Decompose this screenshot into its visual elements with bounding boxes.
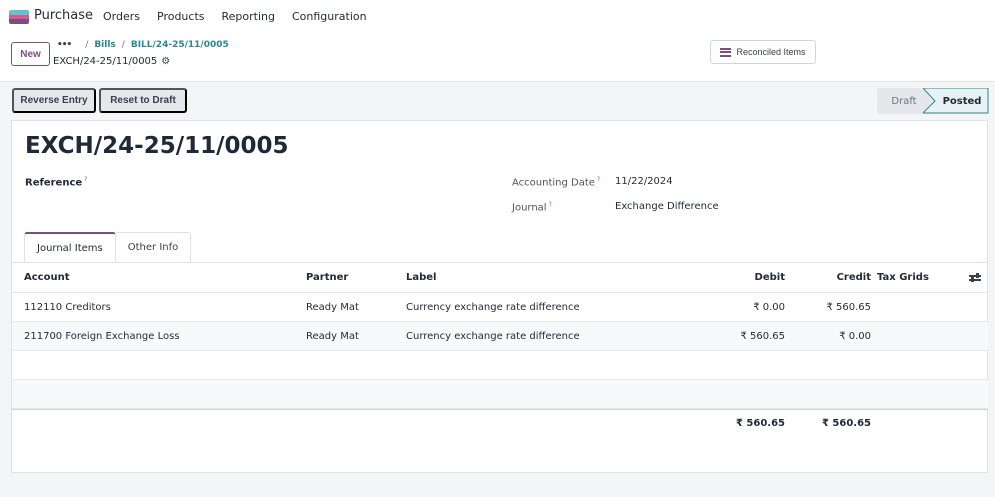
notebook-tabs: Journal Items Other Info (24, 232, 192, 262)
tab-other-info[interactable]: Other Info (115, 232, 192, 262)
cell-account: 211700 Foreign Exchange Loss (24, 330, 180, 342)
empty-row (12, 380, 988, 409)
total-credit: ₹ 560.65 (821, 418, 871, 429)
header-credit[interactable]: Credit (837, 263, 871, 292)
record-name: EXCH/24-25/11/0005 ⚙ (53, 56, 170, 67)
reference-label: Reference? (25, 176, 88, 189)
header-account[interactable]: Account (24, 263, 69, 292)
top-navbar: Purchase Orders Products Reporting Confi… (0, 0, 995, 34)
cell-account: 112110 Creditors (24, 301, 111, 313)
new-button[interactable]: New (11, 42, 50, 66)
cell-partner: Ready Mat (306, 301, 359, 313)
header-tax-grids[interactable]: Tax Grids (877, 263, 929, 292)
menu-orders[interactable]: Orders (103, 10, 140, 23)
gear-icon[interactable]: ⚙ (161, 56, 170, 67)
menu-reporting[interactable]: Reporting (222, 10, 275, 23)
tab-journal-items[interactable]: Journal Items (24, 232, 116, 262)
breadcrumb-separator: / (85, 40, 89, 50)
totals-row: ₹ 560.65 ₹ 560.65 (12, 409, 988, 437)
cell-debit: ₹ 0.00 (753, 301, 785, 313)
empty-row (12, 351, 988, 380)
cell-credit: ₹ 560.65 (826, 301, 871, 313)
cell-partner: Ready Mat (306, 330, 359, 342)
help-icon[interactable]: ? (84, 176, 87, 183)
total-debit: ₹ 560.65 (735, 418, 785, 429)
breadcrumb-more-icon[interactable]: ••• (57, 40, 72, 50)
header-partner[interactable]: Partner (306, 263, 348, 292)
table-row[interactable]: 112110 Creditors Ready Mat Currency exch… (12, 293, 988, 322)
control-panel: New ••• / Bills / BILL/24-25/11/0005 EXC… (0, 34, 995, 82)
help-icon[interactable]: ? (549, 201, 552, 208)
form-sheet: EXCH/24-25/11/0005 Reference? Accounting… (11, 120, 988, 473)
purchase-app-icon[interactable] (9, 10, 29, 24)
cell-label: Currency exchange rate difference (406, 301, 580, 313)
header-label[interactable]: Label (406, 263, 437, 292)
menu-products[interactable]: Products (157, 10, 205, 23)
header-debit[interactable]: Debit (755, 263, 785, 292)
journal-items-table: Account Partner Label Debit Credit Tax G… (12, 263, 988, 437)
status-posted[interactable]: Posted (935, 88, 989, 114)
list-icon (720, 47, 732, 57)
cell-label: Currency exchange rate difference (406, 330, 580, 342)
breadcrumb-separator: / (121, 40, 125, 50)
journal-label: Journal? (512, 201, 552, 214)
breadcrumb-bill[interactable]: BILL/24-25/11/0005 (131, 40, 229, 50)
status-bar: Draft Posted (877, 88, 989, 114)
reconciled-items-button[interactable]: Reconciled Items (710, 40, 816, 64)
menu-configuration[interactable]: Configuration (292, 10, 367, 23)
table-row[interactable]: 211700 Foreign Exchange Loss Ready Mat C… (12, 322, 988, 351)
journal-value[interactable]: Exchange Difference (615, 201, 719, 212)
nav-menu: Orders Products Reporting Configuration (103, 10, 384, 23)
accounting-date-value[interactable]: 11/22/2024 (615, 176, 673, 187)
reset-to-draft-button[interactable]: Reset to Draft (99, 88, 187, 113)
column-settings-icon[interactable] (969, 263, 981, 292)
app-name[interactable]: Purchase (34, 8, 93, 23)
breadcrumb-bills[interactable]: Bills (94, 40, 115, 50)
table-header: Account Partner Label Debit Credit Tax G… (12, 263, 988, 293)
cell-credit: ₹ 0.00 (839, 330, 871, 342)
reconciled-items-label: Reconciled Items (736, 47, 806, 57)
entry-title: EXCH/24-25/11/0005 (25, 133, 289, 159)
help-icon[interactable]: ? (597, 176, 600, 183)
accounting-date-label: Accounting Date? (512, 176, 601, 189)
cell-debit: ₹ 560.65 (740, 330, 785, 342)
record-name-text: EXCH/24-25/11/0005 (53, 56, 158, 67)
reverse-entry-button[interactable]: Reverse Entry (12, 88, 96, 113)
breadcrumb: ••• / Bills / BILL/24-25/11/0005 (57, 40, 229, 50)
